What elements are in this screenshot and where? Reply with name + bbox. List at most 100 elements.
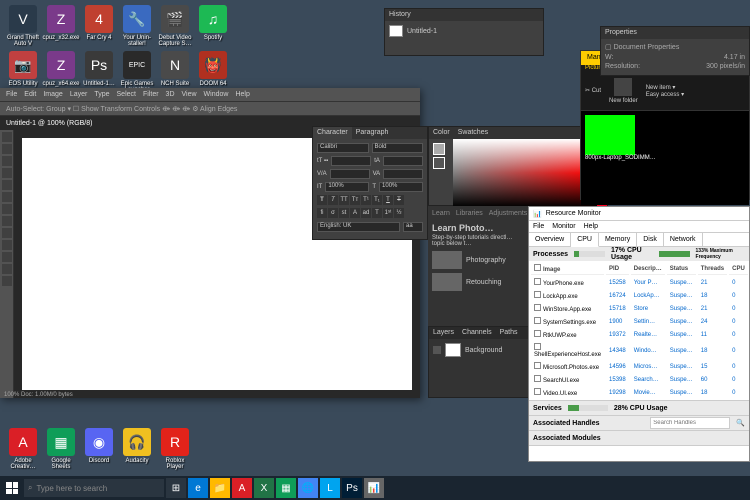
menu-file[interactable]: File <box>533 223 544 230</box>
eyedropper-tool-icon[interactable] <box>2 180 12 190</box>
lasso-tool-icon[interactable] <box>2 156 12 166</box>
tab-learn[interactable]: Learn <box>432 210 450 217</box>
vscale-input[interactable]: 100% <box>325 182 369 192</box>
ribbon-new-item[interactable]: New item ▾ <box>646 84 684 91</box>
brush-tool-icon[interactable] <box>2 192 12 202</box>
menu-help[interactable]: Help <box>235 91 249 98</box>
sigma-button[interactable]: σ <box>328 208 338 218</box>
tab-cpu[interactable]: CPU <box>571 233 599 247</box>
1st-button[interactable]: 1ˢᵗ <box>383 208 393 218</box>
foreground-color-icon[interactable] <box>433 143 445 155</box>
tab-character[interactable]: Character <box>313 127 352 139</box>
taskbar-app[interactable]: 📁 <box>210 478 230 498</box>
table-row[interactable]: ShellExperienceHost.exe14348Windo…Suspe…… <box>531 342 748 359</box>
tab-channels[interactable]: Channels <box>458 327 496 339</box>
fi-button[interactable]: fi <box>317 208 327 218</box>
a-button[interactable]: A <box>350 208 360 218</box>
menu-help[interactable]: Help <box>584 223 598 230</box>
tab-swatches[interactable]: Swatches <box>454 127 492 139</box>
marquee-tool-icon[interactable] <box>2 144 12 154</box>
aa-select[interactable]: aa <box>403 222 423 232</box>
taskbar-app[interactable]: A <box>232 478 252 498</box>
taskbar-app[interactable]: X <box>254 478 274 498</box>
desktop-icon[interactable]: 4Far Cry 4 <box>81 5 117 49</box>
taskbar-app[interactable]: 📊 <box>364 478 384 498</box>
desktop-icon[interactable]: ◉Discord <box>81 428 117 472</box>
photoshop-options-bar[interactable]: Auto-Select: Group ▾ ☐ Show Transform Co… <box>0 102 420 116</box>
menu-filter[interactable]: Filter <box>143 91 159 98</box>
font-size-input[interactable] <box>331 156 371 166</box>
pen-tool-icon[interactable] <box>2 252 12 262</box>
background-color-icon[interactable] <box>433 157 445 169</box>
desktop-icon[interactable]: ▦Google Sheets <box>43 428 79 472</box>
processes-header[interactable]: Processes17% CPU Usage133% Maximum Frequ… <box>529 247 749 261</box>
taskbar-app[interactable]: e <box>188 478 208 498</box>
desktop-icon[interactable]: 🔧Your Unin-staller! <box>119 5 155 49</box>
ad-button[interactable]: ad <box>361 208 371 218</box>
clone-tool-icon[interactable] <box>2 204 12 214</box>
kerning-input[interactable] <box>330 169 370 179</box>
modules-header[interactable]: Associated Modules <box>529 431 749 445</box>
tab-network[interactable]: Network <box>664 233 703 246</box>
taskbar-search[interactable]: ⌕Type here to search <box>24 479 164 497</box>
taskbar-app[interactable]: ▦ <box>276 478 296 498</box>
gradient-tool-icon[interactable] <box>2 228 12 238</box>
ribbon-new-folder[interactable]: New folder <box>609 78 638 104</box>
menu-select[interactable]: Select <box>117 91 136 98</box>
eraser-tool-icon[interactable] <box>2 216 12 226</box>
visibility-icon[interactable] <box>433 346 441 354</box>
strike-button[interactable]: T <box>394 195 404 205</box>
file-thumb-icon[interactable] <box>585 115 635 155</box>
desktop-icon[interactable]: 🎧Audacity <box>119 428 155 472</box>
tracking-input[interactable] <box>383 169 423 179</box>
subscript-button[interactable]: T₁ <box>372 195 382 205</box>
menu-view[interactable]: View <box>182 91 197 98</box>
desktop-icon[interactable]: Zcpuz_x32.exe <box>43 5 79 49</box>
tab-overview[interactable]: Overview <box>529 233 571 246</box>
table-row[interactable]: WinStore.App.exe15718StoreSuspe…210 <box>531 303 748 314</box>
underline-button[interactable]: T <box>383 195 393 205</box>
color-spectrum[interactable] <box>453 139 597 207</box>
tab-disk[interactable]: Disk <box>637 233 664 246</box>
leading-input[interactable] <box>383 156 423 166</box>
table-row[interactable]: Microsoft.Photos.exe14596Micros…Suspe…15… <box>531 361 748 372</box>
type-tool-icon[interactable] <box>2 240 12 250</box>
search-icon[interactable]: 🔍 <box>736 419 745 427</box>
table-row[interactable]: LockApp.exe16724LockAp…Suspe…180 <box>531 290 748 301</box>
menu-image[interactable]: Image <box>43 91 62 98</box>
menu-3d[interactable]: 3D <box>166 91 175 98</box>
menu-edit[interactable]: Edit <box>24 91 36 98</box>
desktop-icon[interactable]: RRoblox Player <box>157 428 193 472</box>
desktop-icon[interactable]: VGrand Theft Auto V <box>5 5 41 49</box>
font-style-select[interactable]: Bold <box>372 143 424 153</box>
language-select[interactable]: English: UK <box>317 222 400 232</box>
tab-layers[interactable]: Layers <box>429 327 458 339</box>
table-row[interactable]: SystemSettings.exe1900Settin…Suspe…240 <box>531 316 748 327</box>
hand-tool-icon[interactable] <box>2 264 12 274</box>
hscale-input[interactable]: 100% <box>379 182 423 192</box>
smallcaps-button[interactable]: Tᴛ <box>350 195 360 205</box>
desktop-icon[interactable]: 🎬Debut Video Capture S… <box>157 5 193 49</box>
crop-tool-icon[interactable] <box>2 168 12 178</box>
character-panel[interactable]: Character Paragraph CalibriBold tT ▪▪tA … <box>312 126 428 240</box>
task-view-icon[interactable]: ⊞ <box>166 478 186 498</box>
table-row[interactable]: SearchUI.exe15398Search…Suspe…600 <box>531 374 748 385</box>
menu-layer[interactable]: Layer <box>70 91 88 98</box>
tab-color[interactable]: Color <box>429 127 454 139</box>
t1-button[interactable]: T <box>372 208 382 218</box>
zoom-tool-icon[interactable] <box>2 276 12 286</box>
font-family-select[interactable]: Calibri <box>317 143 369 153</box>
bold-button[interactable]: T <box>317 195 327 205</box>
half-button[interactable]: ½ <box>394 208 404 218</box>
superscript-button[interactable]: T¹ <box>361 195 371 205</box>
start-button[interactable] <box>2 478 22 498</box>
explorer-content[interactable]: 800px-Laptop_SODIMM… <box>581 111 749 205</box>
table-row[interactable]: Video.UI.exe19298Movie…Suspe…180 <box>531 387 748 398</box>
desktop-icon[interactable]: ♫Spotify <box>195 5 231 49</box>
tab-adjustments[interactable]: Adjustments <box>489 210 528 217</box>
tab-paths[interactable]: Paths <box>496 327 522 339</box>
tab-paragraph[interactable]: Paragraph <box>352 127 393 139</box>
photoshop-history-panel[interactable]: History Untitled-1 <box>384 8 544 56</box>
menu-monitor[interactable]: Monitor <box>552 223 575 230</box>
move-tool-icon[interactable] <box>2 132 12 142</box>
